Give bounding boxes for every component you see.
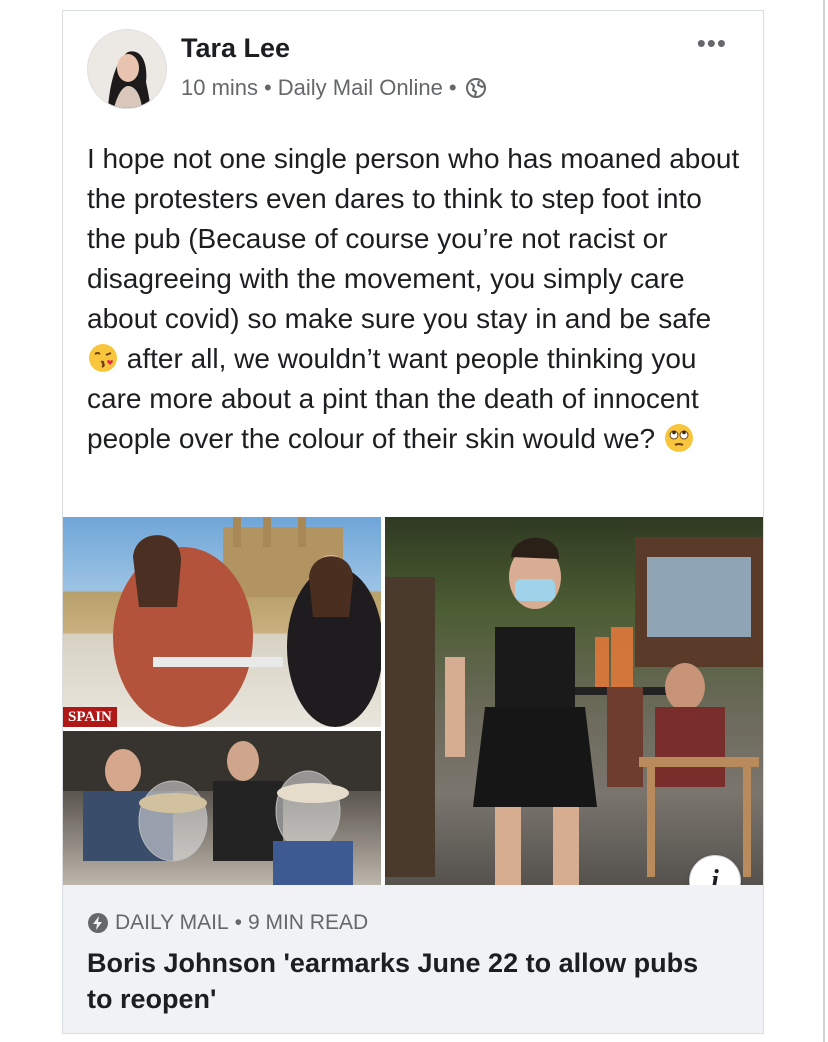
photo-face-shields-illustration xyxy=(63,731,381,885)
more-options-icon[interactable]: ••• xyxy=(697,30,727,56)
photo-waitress-mask xyxy=(385,517,763,885)
avatar[interactable] xyxy=(87,29,167,109)
post-source[interactable]: Daily Mail Online xyxy=(278,75,443,101)
post-text: I hope not one single person who has moa… xyxy=(87,139,747,459)
link-headline[interactable]: Boris Johnson 'earmarks June 22 to allow… xyxy=(87,945,727,1017)
kiss-face-emoji-icon xyxy=(89,344,117,372)
post-meta: 10 mins • Daily Mail Online • xyxy=(181,75,487,101)
link-source: DAILY MAIL xyxy=(115,911,229,934)
link-read-time: 9 MIN READ xyxy=(247,911,369,934)
link-separator: • xyxy=(234,911,242,934)
globe-icon xyxy=(465,78,486,98)
eye-roll-face-emoji-icon xyxy=(664,424,693,452)
spain-label: SPAIN xyxy=(63,707,117,727)
meta-separator: • xyxy=(264,75,272,100)
photo-face-shields xyxy=(63,731,381,885)
meta-separator: • xyxy=(448,75,457,100)
page-edge xyxy=(823,0,825,1042)
post-card: Tara Lee 10 mins • Daily Mail Online • •… xyxy=(62,10,764,1034)
author-name[interactable]: Tara Lee xyxy=(181,33,290,64)
post-time[interactable]: 10 mins xyxy=(181,75,258,101)
post-text-part2: after all, we wouldn’t want people think… xyxy=(87,343,707,454)
link-preview-footer[interactable]: DAILY MAIL • 9 MIN READ Boris Johnson 'e… xyxy=(63,885,763,1033)
photo-spain-terrace-illustration xyxy=(113,517,381,727)
photo-spain-terrace: SPAIN xyxy=(63,517,381,727)
photo-waitress-mask-illustration xyxy=(385,537,763,885)
post-text-part1: I hope not one single person who has moa… xyxy=(87,143,748,334)
link-source-line: DAILY MAIL • 9 MIN READ xyxy=(87,911,368,935)
link-preview-images[interactable]: SPAIN i xyxy=(63,517,763,907)
instant-article-bolt-icon xyxy=(88,913,108,933)
avatar-photo xyxy=(88,30,166,108)
